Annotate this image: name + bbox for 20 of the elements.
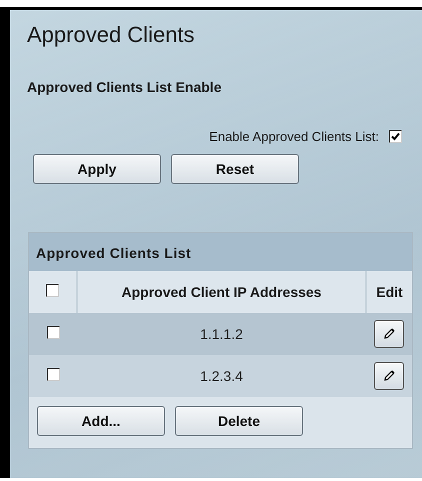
ip-address: 1.1.1.2: [200, 326, 243, 342]
column-header: Edit: [366, 271, 412, 313]
add-button[interactable]: Add...: [37, 406, 165, 436]
table-title: Approved Clients List: [29, 233, 412, 271]
section-heading: Approved Clients List Enable: [27, 79, 222, 95]
edit-button[interactable]: [374, 362, 404, 390]
enable-label: Enable Approved Clients List:: [209, 129, 379, 144]
checkbox[interactable]: [46, 326, 60, 339]
checkbox[interactable]: [46, 284, 59, 297]
delete-button[interactable]: Delete: [175, 406, 303, 436]
page-title: Approved Clients: [27, 22, 196, 48]
column-header: Approved Client IP Addresses: [77, 271, 366, 313]
checkbox[interactable]: [389, 130, 402, 143]
ip-address: 1.2.3.4: [200, 368, 243, 384]
checkbox[interactable]: [46, 368, 60, 381]
apply-button[interactable]: Apply: [33, 154, 161, 184]
reset-button[interactable]: Reset: [171, 154, 299, 184]
pencil-icon: [382, 369, 396, 383]
edit-button[interactable]: [374, 320, 404, 348]
pencil-icon: [382, 327, 396, 341]
